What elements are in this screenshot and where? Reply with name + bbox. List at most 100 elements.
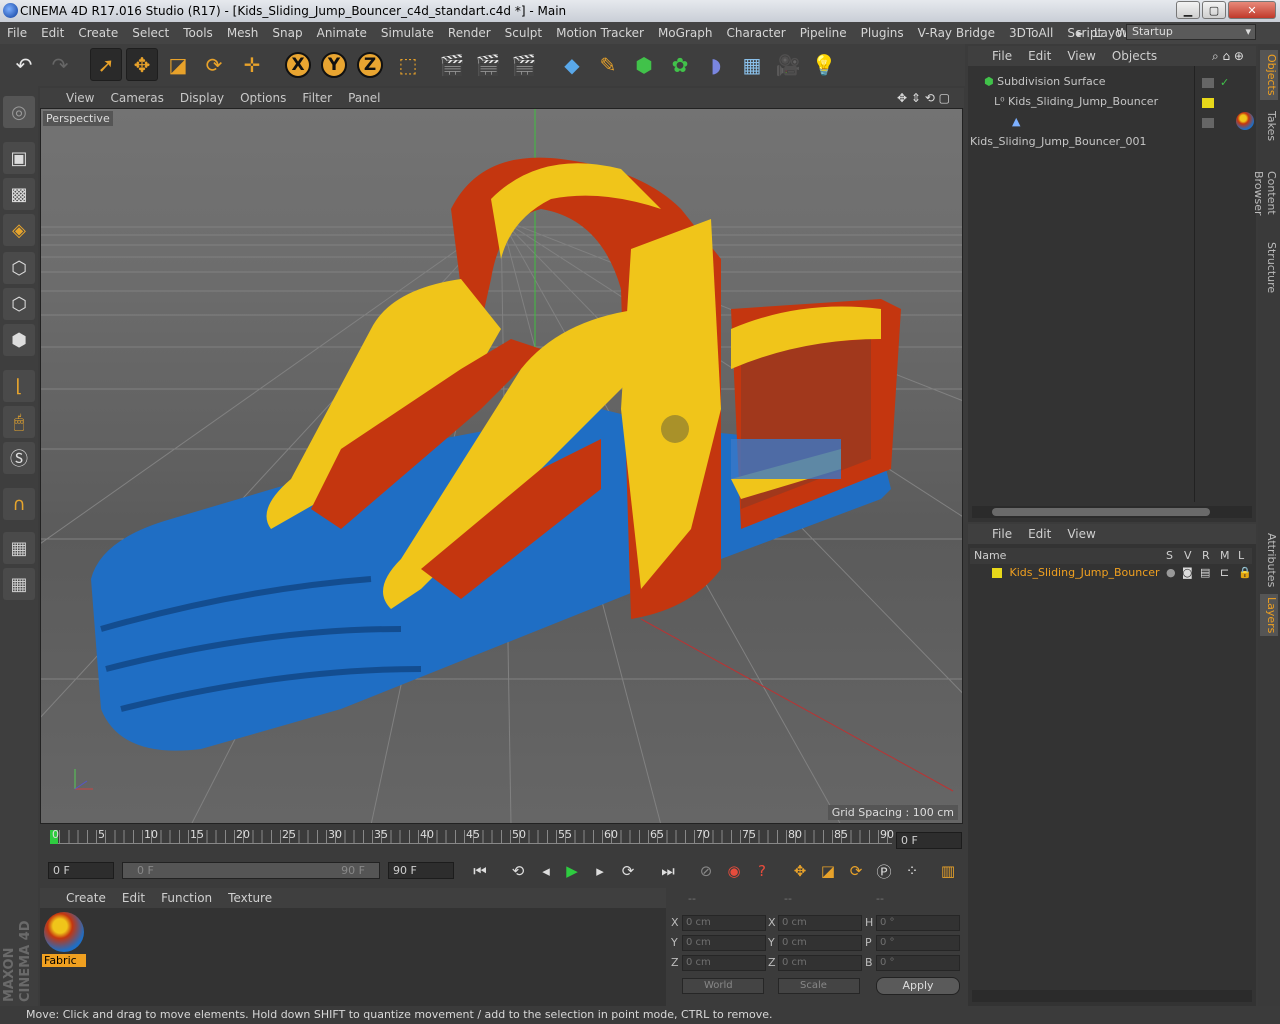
object-row-bouncer-mesh[interactable]: ▲ Kids_Sliding_Jump_Bouncer_001 (970, 112, 1194, 148)
layout-dropdown[interactable]: Startup ▾ (1126, 24, 1256, 40)
z-axis-icon[interactable]: Z (354, 48, 386, 81)
x-axis-icon[interactable]: X (282, 48, 314, 81)
camera-icon[interactable]: 🎥 (772, 48, 804, 81)
y-axis-icon[interactable]: Y (318, 48, 350, 81)
mograph-cloner-icon[interactable]: ✿ (664, 48, 696, 81)
object-menu-objects[interactable]: Objects (1104, 49, 1165, 63)
layer-menu-view[interactable]: View (1059, 527, 1103, 541)
rotation-p-field[interactable]: 0 ° (876, 935, 960, 951)
redo-icon[interactable]: ↷ (44, 48, 76, 81)
lock-icon[interactable]: 🔒 (1238, 564, 1252, 582)
move-icon[interactable]: ✥ (126, 48, 158, 81)
viewport-nav-icons[interactable]: ✥ ⇕ ⟲ ▢ (889, 91, 958, 105)
viewport-menu-options[interactable]: Options (232, 91, 294, 105)
points-mode-icon[interactable]: ⬡ (3, 252, 35, 284)
menu-file[interactable]: File (0, 26, 34, 40)
material-item[interactable]: Fabric (42, 912, 86, 970)
coord-system-dropdown[interactable]: World (682, 978, 764, 994)
object-scrollbar[interactable] (972, 506, 1252, 518)
layer-menu-edit[interactable]: Edit (1020, 527, 1059, 541)
menu-3dtoall[interactable]: 3DToAll (1002, 26, 1060, 40)
key-rotation-icon[interactable]: ⟳ (844, 860, 868, 882)
subdivision-icon[interactable]: ⬢ (628, 48, 660, 81)
tab-content-browser[interactable]: Content Browser (1252, 148, 1278, 238)
keyframe-selection-icon[interactable]: ? (750, 860, 774, 882)
world-coord-icon[interactable]: ⬚ (392, 48, 424, 81)
edges-mode-icon[interactable]: ⬡ (3, 288, 35, 320)
auto-keying-icon[interactable]: ◉ (722, 860, 746, 882)
tab-objects[interactable]: Objects (1260, 50, 1278, 100)
undo-icon[interactable]: ↶ (8, 48, 40, 81)
viewport-menu-view[interactable]: View (58, 91, 102, 105)
select-icon[interactable]: ➚ (90, 48, 122, 81)
menu-select[interactable]: Select (125, 26, 176, 40)
menu-pipeline[interactable]: Pipeline (793, 26, 854, 40)
workplane-lock-icon[interactable]: ▦ (3, 532, 35, 564)
magnet-icon[interactable]: ∩ (3, 488, 35, 520)
timeline-window-icon[interactable]: ▥ (936, 860, 960, 882)
menu-motion-tracker[interactable]: Motion Tracker (549, 26, 651, 40)
viewport-menu-filter[interactable]: Filter (294, 91, 340, 105)
material-menu-edit[interactable]: Edit (114, 891, 153, 905)
render-view-icon[interactable]: 🎬 (436, 48, 468, 81)
end-frame-field[interactable]: 90 F (388, 862, 454, 879)
frame-range-slider[interactable]: 0 F 90 F (122, 862, 380, 879)
position-z-field[interactable]: 0 cm (682, 955, 766, 971)
object-scrollbar-thumb[interactable] (992, 508, 1210, 516)
polygons-mode-icon[interactable]: ⬢ (3, 324, 35, 356)
next-frame-icon[interactable]: ▸ (588, 860, 612, 882)
rotation-h-field[interactable]: 0 ° (876, 915, 960, 931)
layer-scrollbar[interactable] (972, 990, 1252, 1002)
layer-tag-icon[interactable] (1202, 118, 1214, 128)
maximize-button[interactable]: ▢ (1202, 1, 1226, 19)
texture-mode-icon[interactable]: ▩ (3, 178, 35, 210)
apply-button[interactable]: Apply (876, 977, 960, 995)
scale-icon[interactable]: ◪ (162, 48, 194, 81)
object-menu-file[interactable]: File (984, 49, 1020, 63)
render-settings-icon[interactable]: 🎬 (508, 48, 540, 81)
object-search-icons[interactable]: ⌕ ⌂ ⊕ (1204, 49, 1252, 64)
key-pla-icon[interactable]: ⁘ (900, 860, 924, 882)
tab-takes[interactable]: Takes (1260, 106, 1278, 146)
manager-icon[interactable]: ⊏ (1220, 564, 1229, 582)
menu-mograph[interactable]: MoGraph (651, 26, 720, 40)
viewport-menu-cameras[interactable]: Cameras (102, 91, 171, 105)
layer-color-swatch[interactable] (992, 568, 1002, 578)
menu-render[interactable]: Render (441, 26, 498, 40)
size-z-field[interactable]: 0 cm (778, 955, 862, 971)
size-mode-dropdown[interactable]: Scale (778, 978, 860, 994)
minimize-button[interactable]: ▁ (1176, 1, 1200, 19)
recent-tool-icon[interactable]: ✛ (236, 48, 268, 81)
workplane-align-icon[interactable]: ▦ (3, 568, 35, 600)
rotate-icon[interactable]: ⟳ (198, 48, 230, 81)
render-icon[interactable]: ▤ (1200, 564, 1210, 582)
size-x-field[interactable]: 0 cm (778, 915, 862, 931)
cube-primitive-icon[interactable]: ◆ (556, 48, 588, 81)
layer-row[interactable]: Kids_Sliding_Jump_Bouncer ● ◙ ▤ ⊏ 🔒 (970, 564, 1252, 582)
pen-spline-icon[interactable]: ✎ (592, 48, 624, 81)
layer-tag-icon[interactable] (1202, 78, 1214, 88)
tweak-mode-icon[interactable]: 🖱 (3, 406, 35, 438)
menu-sculpt[interactable]: Sculpt (498, 26, 549, 40)
deformer-icon[interactable]: ◗ (700, 48, 732, 81)
floor-scene-icon[interactable]: ▦ (736, 48, 768, 81)
render-picture-queue-icon[interactable]: 🎬 (472, 48, 504, 81)
solo-icon[interactable]: ● (1166, 564, 1176, 582)
object-menu-view[interactable]: View (1059, 49, 1103, 63)
menu-mesh[interactable]: Mesh (220, 26, 266, 40)
tab-structure[interactable]: Structure (1260, 242, 1278, 294)
menu-tools[interactable]: Tools (176, 26, 220, 40)
model-mode-icon[interactable]: ▣ (3, 142, 35, 174)
workplane-mode-icon[interactable]: ◈ (3, 214, 35, 246)
timeline-ruler[interactable]: 0 5 10 15 20 25 30 35 40 45 50 55 60 65 70 75 80 85 90 0 F (40, 826, 964, 856)
viewport-menu-display[interactable]: Display (172, 91, 232, 105)
position-y-field[interactable]: 0 cm (682, 935, 766, 951)
material-menu-create[interactable]: Create (58, 891, 114, 905)
previous-frame-icon[interactable]: ◂ (534, 860, 558, 882)
menu-vray-bridge[interactable]: V-Ray Bridge (911, 26, 1002, 40)
material-menu-function[interactable]: Function (153, 891, 220, 905)
menu-simulate[interactable]: Simulate (374, 26, 441, 40)
next-key-icon[interactable]: ⟳ (616, 860, 640, 882)
material-menu-texture[interactable]: Texture (220, 891, 280, 905)
object-row-bouncer-null[interactable]: L⁰ Kids_Sliding_Jump_Bouncer (970, 92, 1194, 112)
